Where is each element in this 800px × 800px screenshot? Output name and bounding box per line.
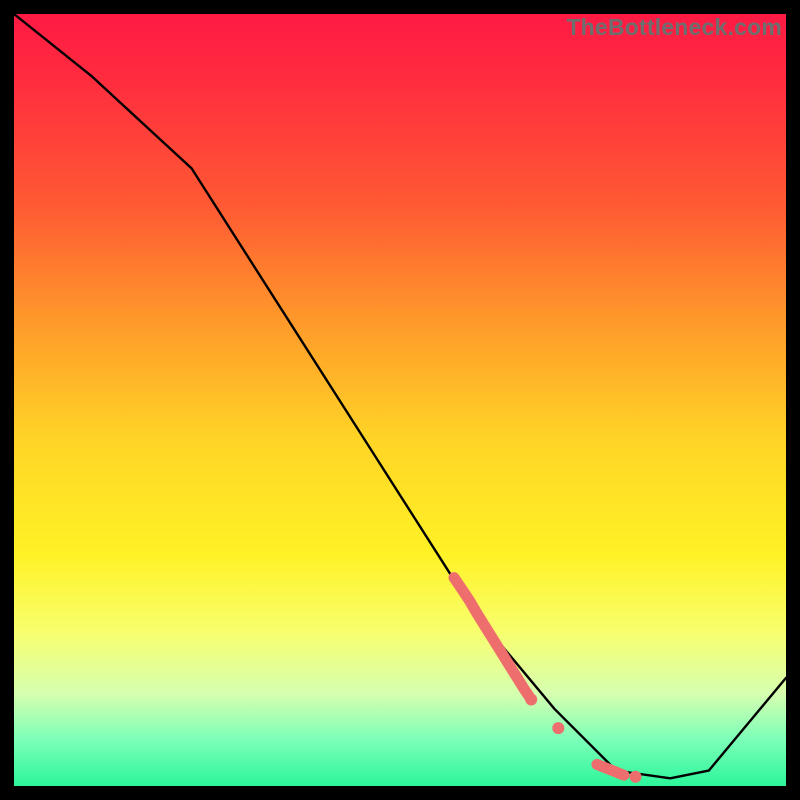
bottleneck-curve xyxy=(14,14,786,778)
highlight-markers xyxy=(450,573,642,783)
highlight-segment xyxy=(454,578,531,700)
highlight-segment-cap xyxy=(450,573,459,582)
plot-area: TheBottleneck.com xyxy=(14,14,786,786)
highlight-low-segment xyxy=(597,764,624,775)
bottleneck-curve-path xyxy=(14,14,786,778)
watermark-text: TheBottleneck.com xyxy=(566,14,782,41)
highlight-dot-mid xyxy=(552,722,564,734)
chart-frame: TheBottleneck.com xyxy=(14,14,786,786)
highlight-low-dot xyxy=(630,771,642,783)
highlight-segment-cap xyxy=(525,694,537,706)
chart-svg xyxy=(14,14,786,786)
